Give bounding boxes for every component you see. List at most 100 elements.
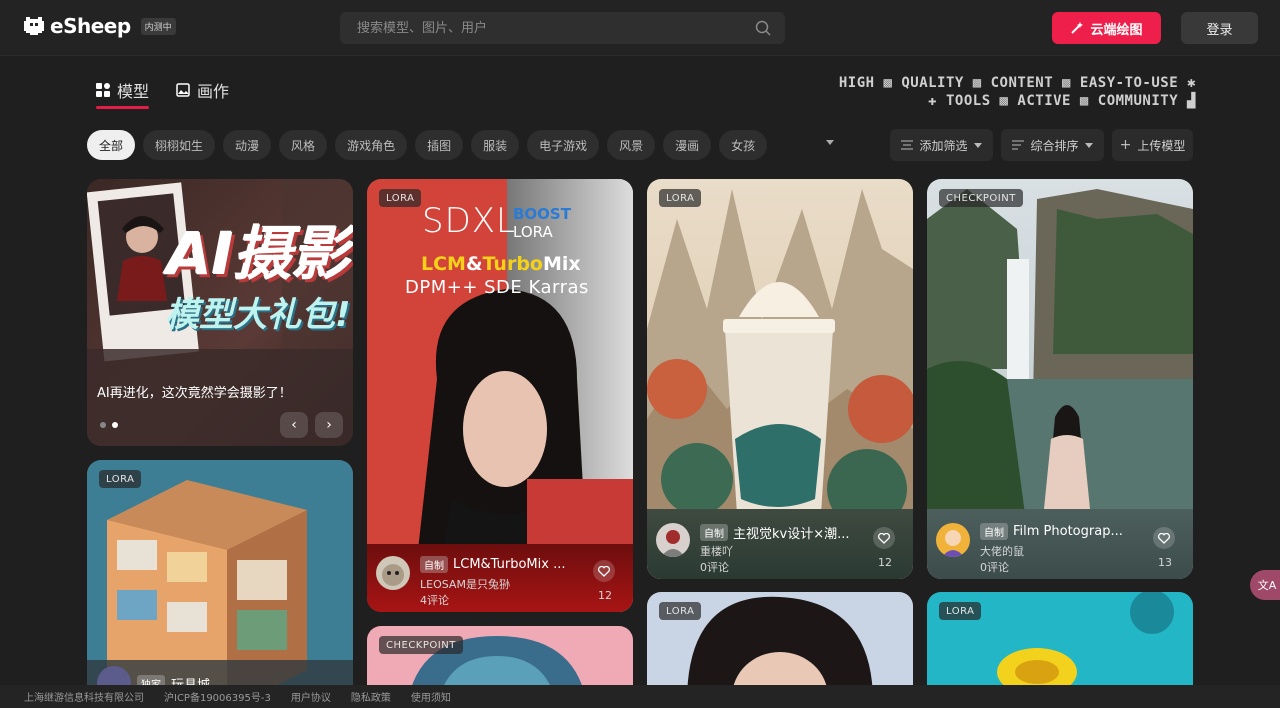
avatar[interactable] [376, 556, 410, 590]
self-made-tag: 自制 [700, 524, 728, 541]
cloud-draw-label: 云端绘图 [1090, 22, 1143, 38]
lcm-text: LCM [421, 253, 466, 275]
model-card[interactable]: CHECKPOINT 自制 Film Photograp... 大佬的鼠 0评论… [927, 179, 1193, 579]
lcm-turbo-line: LCM&TurboMix [421, 253, 581, 275]
sdxl-title: SDXL [422, 201, 516, 241]
like-count: 13 [1158, 556, 1172, 569]
chip-game-character[interactable]: 游戏角色 [335, 130, 408, 160]
model-card[interactable]: LORA 自制 主视觉kv设计×潮... 重楼吖 0评论 12 [647, 179, 913, 579]
translate-button[interactable]: 文A [1250, 570, 1280, 600]
upload-model-label: 上传模型 [1137, 138, 1186, 153]
card-title[interactable]: 主视觉kv设计×潮... [733, 523, 850, 542]
card-info: 自制 LCM&TurboMix ... LEOSAM是只兔狲 4评论 12 [367, 546, 633, 612]
tab-artworks-label: 画作 [197, 82, 230, 101]
like-count: 12 [878, 556, 892, 569]
banner-headline: AI摄影 [167, 220, 350, 288]
promo-banner[interactable]: AI摄影 模型大礼包! AI再进化，这次竟然学会摄影了！ ‹ › [87, 179, 353, 446]
mix-text: Mix [542, 253, 581, 275]
sort-icon [1012, 140, 1025, 150]
logo-text: eSheep [50, 14, 131, 38]
model-type-badge: LORA [659, 602, 702, 620]
tab-models[interactable]: 模型 [96, 74, 150, 109]
top-bar: eSheep 内测中 云端绘图 登录 [0, 0, 1280, 56]
icp-link[interactable]: 沪ICP备19006395号-3 [164, 689, 271, 704]
carousel-dot[interactable] [100, 422, 106, 428]
chip-comic[interactable]: 漫画 [663, 130, 712, 160]
add-filter-label: 添加筛选 [919, 138, 968, 153]
heart-icon [598, 565, 610, 577]
carousel-dots [100, 422, 118, 428]
chip-anime[interactable]: 动漫 [223, 130, 272, 160]
card-title[interactable]: LCM&TurboMix ... [453, 557, 565, 572]
card-author[interactable]: 重楼吖 [700, 543, 733, 559]
plus-icon: + [1119, 137, 1132, 153]
translate-icon: 文A [1257, 579, 1277, 592]
model-card[interactable]: LORA 独家 玩具城 [87, 460, 353, 700]
model-type-badge: CHECKPOINT [939, 189, 1023, 207]
privacy-policy-link[interactable]: 隐私政策 [351, 689, 391, 704]
sampler-line: DPM++ SDE Karras [405, 277, 589, 298]
cat-avatar-icon [376, 556, 410, 590]
carousel-next-button[interactable]: › [315, 412, 343, 438]
user-avatar-icon [936, 523, 970, 557]
like-button[interactable] [1153, 527, 1175, 549]
slogan-line-1: HIGH ▩ QUALITY ▩ CONTENT ▩ EASY-TO-USE ✱ [838, 75, 1196, 91]
banner-caption: AI再进化，这次竟然学会摄影了！ [97, 386, 292, 401]
heart-icon [1158, 532, 1170, 544]
card-title[interactable]: Film Photograp... [1013, 524, 1123, 539]
magic-wand-icon [1071, 22, 1084, 34]
card-author[interactable]: LEOSAM是只兔狲 [420, 576, 510, 592]
add-filter-button[interactable]: 添加筛选 [890, 129, 993, 161]
user-avatar-icon [656, 523, 690, 557]
model-type-badge: LORA [379, 189, 422, 207]
tab-artworks[interactable]: 画作 [176, 74, 229, 106]
search-icon[interactable] [755, 20, 771, 36]
sort-button[interactable]: 综合排序 [1001, 129, 1104, 161]
model-type-badge: LORA [659, 189, 702, 207]
category-chips: 全部 栩栩如生 动漫 风格 游戏角色 插图 服装 电子游戏 风景 漫画 女孩 [87, 130, 768, 160]
user-agreement-link[interactable]: 用户协议 [291, 689, 331, 704]
banner-subline: 模型大礼包! [165, 295, 351, 335]
caret-down-icon [973, 142, 982, 148]
cloud-draw-button[interactable]: 云端绘图 [1052, 12, 1161, 44]
self-made-tag: 自制 [980, 523, 1008, 540]
chip-girl[interactable]: 女孩 [719, 130, 768, 160]
turbo-text: Turbo [482, 253, 543, 275]
chevron-down-icon[interactable] [826, 140, 834, 145]
slogan-line-2: ✚ TOOLS ▩ ACTIVE ▩ COMMUNITY ▟ [928, 93, 1196, 109]
lora-word: LORA [513, 223, 553, 241]
terms-of-use-link[interactable]: 使用须知 [411, 689, 451, 704]
like-button[interactable] [873, 527, 895, 549]
carousel-prev-button[interactable]: ‹ [280, 412, 308, 438]
chip-scenery[interactable]: 风景 [607, 130, 656, 160]
search-input[interactable] [340, 12, 740, 44]
chip-video-game[interactable]: 电子游戏 [527, 130, 600, 160]
chip-style[interactable]: 风格 [279, 130, 328, 160]
card-author[interactable]: 大佬的鼠 [980, 543, 1024, 559]
model-card[interactable]: LORA SDXL BOOST LORA LCM&TurboMix DPM++ … [367, 179, 633, 612]
chip-clothing[interactable]: 服装 [471, 130, 520, 160]
card-title-row: 自制 LCM&TurboMix ... [420, 556, 565, 573]
chip-illustration[interactable]: 插图 [415, 130, 464, 160]
avatar[interactable] [656, 523, 690, 557]
card-title-row: 自制 主视觉kv设计×潮... [700, 523, 850, 542]
amp-text: & [465, 253, 483, 275]
avatar[interactable] [936, 523, 970, 557]
logo[interactable]: eSheep 内测中 [22, 14, 176, 38]
chip-all[interactable]: 全部 [87, 130, 136, 160]
model-type-badge: LORA [99, 470, 142, 488]
sheep-logo-icon [24, 17, 44, 35]
card-info: 自制 主视觉kv设计×潮... 重楼吖 0评论 12 [647, 513, 913, 579]
card-comments: 0评论 [980, 561, 1009, 574]
carousel-dot-active[interactable] [112, 422, 118, 428]
upload-model-button[interactable]: + 上传模型 [1112, 129, 1193, 161]
chevron-right-icon: › [326, 417, 332, 433]
chip-lifelike[interactable]: 栩栩如生 [143, 130, 216, 160]
tab-models-label: 模型 [117, 82, 150, 101]
beta-badge: 内测中 [140, 17, 176, 35]
model-cover-image [87, 460, 353, 700]
filter-icon [901, 140, 914, 150]
login-button[interactable]: 登录 [1181, 12, 1258, 44]
card-title-row: 自制 Film Photograp... [980, 523, 1123, 540]
like-button[interactable] [593, 560, 615, 582]
